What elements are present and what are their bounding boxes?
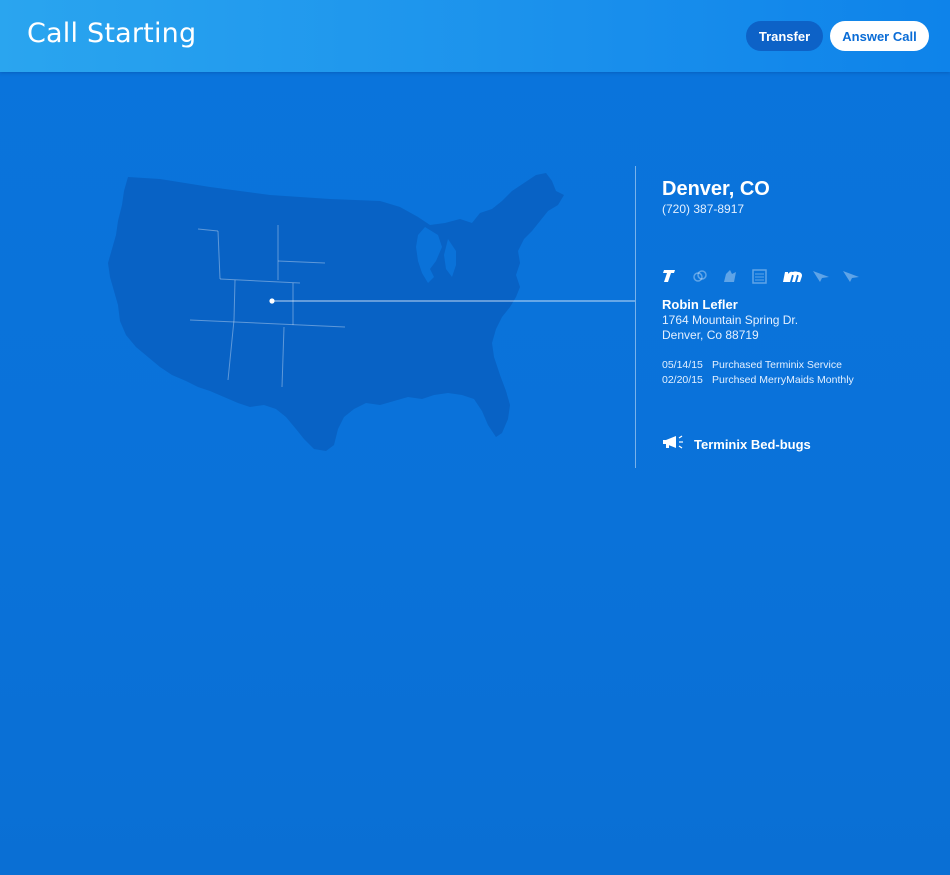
customer-address-line1: 1764 Mountain Spring Dr. — [662, 313, 799, 327]
history-description: Purchased Terminix Service — [712, 359, 842, 371]
brand-icons-row — [662, 266, 872, 286]
merrymaids-logo-icon[interactable] — [782, 266, 812, 286]
furniture-medic-logo-icon[interactable] — [812, 266, 842, 286]
amerispec-logo-icon[interactable] — [752, 266, 782, 286]
history-date: 02/20/15 — [662, 374, 703, 386]
customer-address-line2: Denver, Co 88719 — [662, 328, 759, 342]
campaign-label: Terminix Bed-bugs — [694, 437, 811, 452]
campaign-item: Terminix Bed-bugs — [662, 434, 811, 455]
history-date: 05/14/15 — [662, 359, 703, 371]
megaphone-icon — [662, 434, 686, 455]
history-description: Purchsed MerryMaids Monthly — [712, 374, 854, 386]
trugreen-logo-icon[interactable] — [722, 266, 752, 286]
terminix-logo-icon[interactable] — [662, 266, 692, 286]
customer-name: Robin Lefler — [662, 297, 738, 312]
panel-divider — [635, 166, 636, 468]
caller-location: Denver, CO — [662, 178, 770, 200]
history-item: 02/20/15 Purchsed MerryMaids Monthly — [662, 374, 854, 386]
servicemaster-logo-icon[interactable] — [692, 266, 722, 286]
history-item: 05/14/15 Purchased Terminix Service — [662, 359, 842, 371]
caller-phone: (720) 387-8917 — [662, 202, 745, 216]
american-home-shield-logo-icon[interactable] — [842, 266, 872, 286]
